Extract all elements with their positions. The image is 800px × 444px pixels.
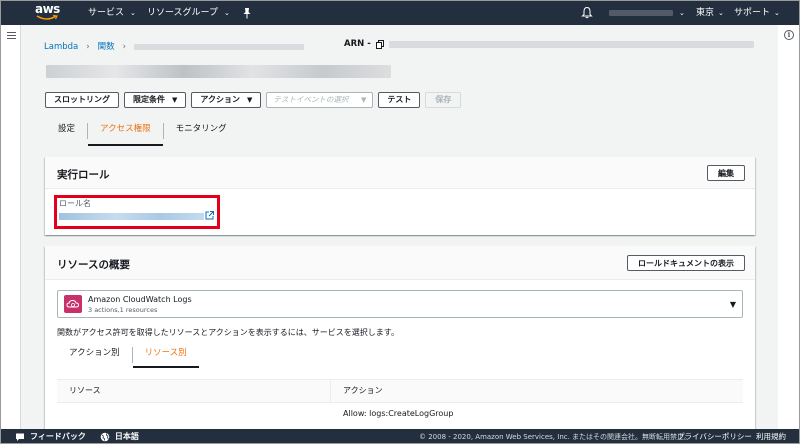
- test-button-label: テスト: [387, 95, 412, 104]
- save-button[interactable]: 保存: [425, 91, 462, 108]
- tab-monitoring[interactable]: モニタリング: [164, 116, 239, 146]
- resource-summary-header: リソースの概要 ロールドキュメントの表示: [45, 246, 755, 280]
- resource-groups-menu[interactable]: リソースグループ ⌄: [147, 1, 230, 25]
- feedback-link[interactable]: フィードバック: [30, 431, 86, 442]
- resource-table: リソース アクション Allow: logs:CreateLogGroup: [57, 379, 743, 425]
- column-header-resource[interactable]: リソース: [57, 380, 331, 402]
- qualifiers-label: 限定条件: [133, 95, 165, 104]
- table-cell-action: Allow: logs:CreateLogGroup: [343, 409, 454, 418]
- breadcrumb: Lambda › 関数 ›: [44, 40, 305, 52]
- actions-dropdown[interactable]: アクション ▼: [191, 91, 262, 108]
- copy-icon[interactable]: [375, 39, 384, 49]
- caret-down-icon: ▼: [729, 300, 736, 309]
- resource-summary-panel: リソースの概要 ロールドキュメントの表示 Amazon CloudWatch L…: [45, 246, 755, 429]
- support-label: サポート: [734, 8, 771, 18]
- resource-summary-title: リソースの概要: [57, 259, 130, 271]
- tab-permissions[interactable]: アクセス権限: [88, 116, 163, 146]
- bell-icon[interactable]: [581, 6, 593, 19]
- browser-frame: aws サービス ⌄ リソースグループ ⌄ ⌄ 東京 ⌄ サポート ⌄ i La…: [0, 0, 800, 444]
- test-event-placeholder: テストイベントの選択: [273, 95, 349, 104]
- resource-description: 関数がアクセス許可を取得したリソースとアクションを表示するには、サービスを選択し…: [57, 328, 399, 337]
- region-menu[interactable]: 東京 ⌄: [696, 1, 724, 25]
- edit-button[interactable]: 編集: [707, 165, 745, 181]
- tab-by-action[interactable]: アクション別: [57, 340, 132, 368]
- service-summary: 3 actions,1 resources: [88, 306, 158, 314]
- actions-label: アクション: [200, 95, 240, 104]
- globe-icon: [100, 432, 110, 441]
- copyright-text: © 2008 - 2020, Amazon Web Services, Inc.…: [419, 433, 692, 441]
- view-role-document-button[interactable]: ロールドキュメントの表示: [627, 255, 745, 271]
- throttle-button-label: スロットリング: [54, 95, 110, 104]
- account-menu[interactable]: ⌄: [609, 1, 685, 25]
- arn-label: ARN -: [344, 39, 371, 49]
- left-nav-rail: [1, 25, 21, 429]
- chevron-down-icon: ⌄: [718, 9, 724, 17]
- chevron-down-icon: ⌄: [774, 9, 780, 17]
- service-name: Amazon CloudWatch Logs: [88, 295, 192, 304]
- column-header-action[interactable]: アクション: [331, 380, 383, 402]
- services-menu-label: サービス: [88, 8, 125, 18]
- chevron-right-icon: ›: [122, 42, 127, 52]
- execution-role-panel: 実行ロール 編集 ロール名: [45, 157, 755, 235]
- services-menu[interactable]: サービス ⌄: [88, 1, 136, 25]
- breadcrumb-lambda[interactable]: Lambda: [44, 42, 78, 52]
- test-event-select[interactable]: テストイベントの選択 ▼: [266, 91, 374, 108]
- caret-down-icon: ▼: [361, 95, 367, 104]
- breadcrumb-function-name-redacted: [134, 43, 305, 50]
- info-icon[interactable]: i: [784, 30, 794, 40]
- chevron-down-icon: ⌄: [130, 9, 136, 17]
- terms-link[interactable]: 利用規約: [756, 431, 786, 442]
- aws-smile-icon: [36, 15, 58, 20]
- arn-value-redacted: [388, 40, 754, 48]
- role-name-label: ロール名: [59, 199, 91, 208]
- support-menu[interactable]: サポート ⌄: [734, 1, 780, 25]
- aws-logo[interactable]: aws: [35, 3, 61, 23]
- cloud-icon: [66, 299, 80, 308]
- cloudwatch-logs-icon: [64, 295, 82, 313]
- execution-role-title: 実行ロール: [57, 169, 110, 181]
- breadcrumb-functions[interactable]: 関数: [98, 42, 115, 52]
- hamburger-menu-icon[interactable]: [7, 32, 16, 39]
- save-button-label: 保存: [435, 95, 452, 104]
- page-title-redacted: [46, 65, 391, 79]
- resource-groups-label: リソースグループ: [147, 8, 219, 18]
- privacy-policy-link[interactable]: プライバシーポリシー: [677, 431, 752, 442]
- aws-logo-text: aws: [35, 2, 60, 16]
- footer-left: フィードバック 日本語: [15, 429, 139, 443]
- qualifiers-dropdown[interactable]: 限定条件 ▼: [124, 91, 187, 108]
- caret-down-icon: ▼: [172, 95, 178, 104]
- view-role-document-label: ロールドキュメントの表示: [638, 258, 734, 268]
- table-row: Allow: logs:CreateLogGroup: [57, 403, 743, 425]
- arn-display: ARN -: [344, 39, 754, 49]
- throttle-button[interactable]: スロットリング: [45, 91, 119, 108]
- tab-by-resource[interactable]: リソース別: [132, 340, 199, 368]
- pin-icon[interactable]: [241, 7, 253, 19]
- account-name-redacted: [609, 9, 673, 16]
- chevron-right-icon: ›: [86, 42, 90, 52]
- caret-down-icon: ▼: [247, 95, 253, 104]
- table-cell-resource: [57, 403, 331, 425]
- function-toolbar: スロットリング 限定条件 ▼ アクション ▼ テストイベントの選択 ▼ テスト 保存: [45, 91, 462, 108]
- region-label: 東京: [696, 8, 715, 18]
- resource-subtabs: アクション別 リソース別: [57, 340, 199, 368]
- right-help-rail: i: [777, 25, 799, 429]
- footer: フィードバック 日本語 © 2008 - 2020, Amazon Web Se…: [1, 429, 799, 443]
- execution-role-header: 実行ロール 編集: [45, 157, 755, 189]
- test-button[interactable]: テスト: [378, 91, 421, 108]
- tab-configuration[interactable]: 設定: [46, 116, 87, 146]
- chevron-down-icon: ⌄: [224, 9, 230, 17]
- external-link-icon[interactable]: [205, 211, 214, 220]
- main-content: Lambda › 関数 › ARN - スロットリング 限定条件 ▼ アクション ▼ テス…: [22, 25, 778, 429]
- edit-button-label: 編集: [718, 168, 734, 178]
- table-header: リソース アクション: [57, 379, 743, 403]
- chevron-down-icon: ⌄: [679, 9, 685, 17]
- service-select[interactable]: Amazon CloudWatch Logs 3 actions,1 resou…: [57, 290, 743, 318]
- function-tabs: 設定 アクセス権限 モニタリング: [46, 116, 239, 146]
- top-navigation: aws サービス ⌄ リソースグループ ⌄ ⌄ 東京 ⌄ サポート ⌄: [1, 1, 799, 25]
- role-name-link-redacted[interactable]: [59, 213, 204, 220]
- function-name-redacted: [46, 65, 391, 78]
- chat-bubble-icon: [16, 433, 24, 441]
- language-selector[interactable]: 日本語: [115, 431, 139, 442]
